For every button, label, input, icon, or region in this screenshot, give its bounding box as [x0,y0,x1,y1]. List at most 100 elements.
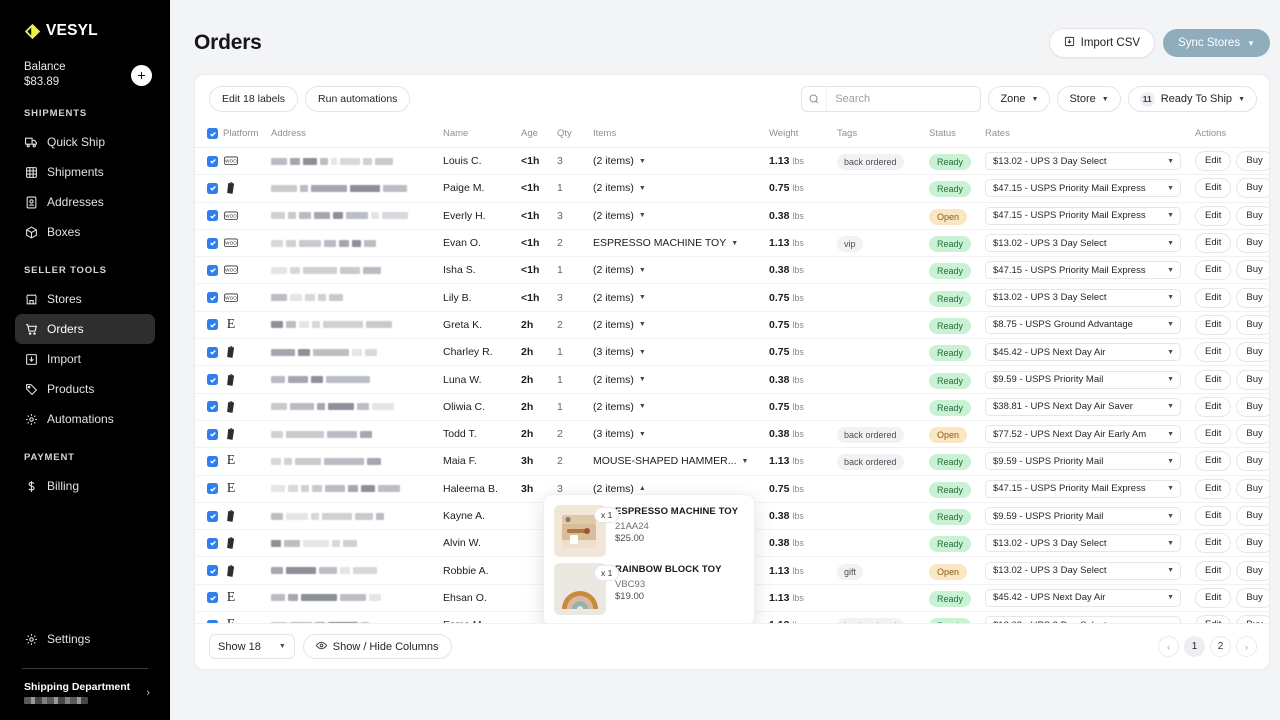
add-funds-button[interactable]: + [131,65,152,86]
rate-select[interactable]: $8.75 - USPS Ground Advantage▼ [985,316,1181,334]
edit-button[interactable]: Edit [1195,615,1231,623]
rate-select[interactable]: $47.15 - USPS Priority Mail Express▼ [985,207,1181,225]
row-checkbox[interactable] [207,483,218,494]
row-checkbox[interactable] [207,401,218,412]
items-expand-toggle[interactable]: ESPRESSO MACHINE TOY▼ [593,237,769,249]
edit-button[interactable]: Edit [1195,178,1231,198]
items-expand-toggle[interactable]: (3 items)▼ [593,346,769,358]
page-1-button[interactable]: 1 [1184,636,1205,657]
buy-button[interactable]: Buy [1236,288,1269,308]
sidebar-item-stores[interactable]: Stores [15,284,155,314]
page-prev-button[interactable]: ‹ [1158,636,1179,657]
sidebar-item-automations[interactable]: Automations [15,404,155,434]
buy-button[interactable]: Buy [1236,233,1269,253]
import-csv-button[interactable]: Import CSV [1049,28,1155,58]
row-checkbox[interactable] [207,511,218,522]
brand-logo[interactable]: VESYL [0,0,170,40]
sidebar-item-quick-ship[interactable]: Quick Ship [15,127,155,157]
buy-button[interactable]: Buy [1236,588,1269,608]
ready-to-ship-filter[interactable]: 11 Ready To Ship ▼ [1128,86,1257,112]
edit-button[interactable]: Edit [1195,397,1231,417]
store-filter[interactable]: Store ▼ [1057,86,1120,112]
sidebar-item-shipments[interactable]: Shipments [15,157,155,187]
table-row[interactable]: Luna W.2h1(2 items)▼0.38 lbsReady$9.59 -… [195,366,1269,393]
table-row[interactable]: Oliwia C.2h1(2 items)▼0.75 lbsReady$38.8… [195,393,1269,420]
edit-button[interactable]: Edit [1195,533,1231,553]
items-expand-toggle[interactable]: (2 items)▼ [593,210,769,222]
rate-select[interactable]: $13.02 - UPS 3 Day Select▼ [985,234,1181,252]
rate-select[interactable]: $13.02 - UPS 3 Day Select▼ [985,289,1181,307]
row-checkbox[interactable] [207,347,218,358]
items-expand-toggle[interactable]: (2 items)▲ [593,483,769,495]
rows-per-page-select[interactable]: Show 18 ▼ [209,634,295,659]
page-next-button[interactable]: › [1236,636,1257,657]
edit-button[interactable]: Edit [1195,260,1231,280]
edit-button[interactable]: Edit [1195,288,1231,308]
run-automations-button[interactable]: Run automations [305,86,410,112]
sync-stores-button[interactable]: Sync Stores ▼ [1163,29,1270,57]
page-2-button[interactable]: 2 [1210,636,1231,657]
buy-button[interactable]: Buy [1236,479,1269,499]
items-expand-toggle[interactable]: (2 items)▼ [593,292,769,304]
buy-button[interactable]: Buy [1236,151,1269,171]
table-row[interactable]: EGreta K.2h2(2 items)▼0.75 lbsReady$8.75… [195,311,1269,338]
edit-button[interactable]: Edit [1195,561,1231,581]
sidebar-item-billing[interactable]: Billing [15,471,155,501]
edit-button[interactable]: Edit [1195,151,1231,171]
buy-button[interactable]: Buy [1236,206,1269,226]
table-row[interactable]: WOOEvan O.<1h2ESPRESSO MACHINE TOY▼1.13 … [195,229,1269,256]
edit-labels-button[interactable]: Edit 18 labels [209,86,298,112]
buy-button[interactable]: Buy [1236,260,1269,280]
row-checkbox[interactable] [207,156,218,167]
rate-select[interactable]: $45.42 - UPS Next Day Air▼ [985,343,1181,361]
buy-button[interactable]: Buy [1236,342,1269,362]
rate-select[interactable]: $47.15 - USPS Priority Mail Express▼ [985,179,1181,197]
row-checkbox[interactable] [207,429,218,440]
row-checkbox[interactable] [207,374,218,385]
row-checkbox[interactable] [207,292,218,303]
user-account-row[interactable]: Shipping Department › [0,669,170,720]
table-row[interactable]: WOOIsha S.<1h1(2 items)▼0.38 lbsReady$47… [195,257,1269,284]
popup-product-row[interactable]: x 1 RAINBOW BLOCK TOY VBC93 $19.00 [554,563,744,615]
rate-select[interactable]: $13.02 - UPS 3 Day Select▼ [985,562,1181,580]
row-checkbox[interactable] [207,620,218,623]
rate-select[interactable]: $9.59 - USPS Priority Mail▼ [985,507,1181,525]
row-checkbox[interactable] [207,319,218,330]
select-all-checkbox[interactable] [207,128,218,139]
search-input[interactable] [826,87,980,111]
row-checkbox[interactable] [207,456,218,467]
items-expand-toggle[interactable]: (2 items)▼ [593,401,769,413]
buy-button[interactable]: Buy [1236,397,1269,417]
rate-select[interactable]: $45.42 - UPS Next Day Air▼ [985,589,1181,607]
sidebar-item-addresses[interactable]: Addresses [15,187,155,217]
rate-select[interactable]: $9.59 - USPS Priority Mail▼ [985,371,1181,389]
rate-select[interactable]: $13.02 - UPS 3 Day Select▼ [985,534,1181,552]
sidebar-item-boxes[interactable]: Boxes [15,217,155,247]
edit-button[interactable]: Edit [1195,370,1231,390]
buy-button[interactable]: Buy [1236,370,1269,390]
table-row[interactable]: Charley R.2h1(3 items)▼0.75 lbsReady$45.… [195,339,1269,366]
table-row[interactable]: WOOLily B.<1h3(2 items)▼0.75 lbsReady$13… [195,284,1269,311]
items-expand-toggle[interactable]: (2 items)▼ [593,319,769,331]
items-expand-toggle[interactable]: (2 items)▼ [593,155,769,167]
rate-select[interactable]: $13.02 - UPS 3 Day Select▼ [985,616,1181,623]
row-checkbox[interactable] [207,538,218,549]
edit-button[interactable]: Edit [1195,342,1231,362]
table-row[interactable]: WOOEverly H.<1h3(2 items)▼0.38 lbsOpen$4… [195,202,1269,229]
table-row[interactable]: Paige M.<1h1(2 items)▼0.75 lbsReady$47.1… [195,175,1269,202]
row-checkbox[interactable] [207,565,218,576]
items-expand-toggle[interactable]: (2 items)▼ [593,264,769,276]
row-checkbox[interactable] [207,265,218,276]
buy-button[interactable]: Buy [1236,424,1269,444]
edit-button[interactable]: Edit [1195,451,1231,471]
zone-filter[interactable]: Zone ▼ [988,86,1050,112]
edit-button[interactable]: Edit [1195,588,1231,608]
rate-select[interactable]: $38.81 - UPS Next Day Air Saver▼ [985,398,1181,416]
table-row[interactable]: EMaia F.3h2MOUSE-SHAPED HAMMER...▼1.13 l… [195,448,1269,475]
edit-button[interactable]: Edit [1195,506,1231,526]
edit-button[interactable]: Edit [1195,315,1231,335]
sidebar-item-orders[interactable]: Orders [15,314,155,344]
buy-button[interactable]: Buy [1236,533,1269,553]
buy-button[interactable]: Buy [1236,451,1269,471]
sidebar-item-settings[interactable]: Settings [15,624,155,654]
